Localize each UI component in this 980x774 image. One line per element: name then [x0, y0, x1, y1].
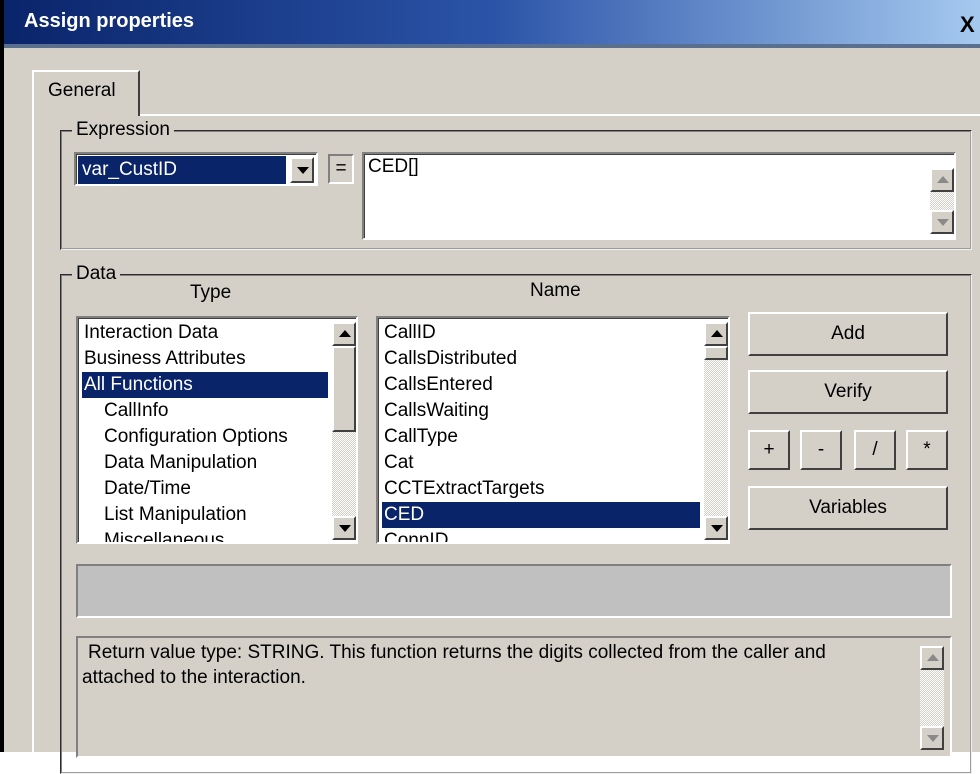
variable-combobox[interactable]: var_CustID — [74, 152, 318, 186]
scroll-up-glyph — [711, 330, 723, 337]
name-item[interactable]: CCTExtractTargets — [382, 476, 700, 502]
scroll-up-icon[interactable] — [332, 322, 356, 346]
type-item[interactable]: List Manipulation — [82, 502, 328, 528]
type-item[interactable]: Configuration Options — [82, 424, 328, 450]
tab-panel-general: Expression var_CustID = CED[] Data Type … — [32, 114, 980, 774]
close-icon[interactable]: X — [960, 14, 980, 40]
assign-properties-window: Assign properties X General Expression v… — [0, 0, 980, 774]
divide-button[interactable]: / — [854, 430, 896, 470]
scroll-up-icon[interactable] — [704, 322, 728, 346]
name-item[interactable]: CallsDistributed — [382, 346, 700, 372]
scroll-up-icon[interactable] — [930, 168, 954, 192]
name-item[interactable]: ConnID — [382, 528, 700, 542]
variable-combobox-value: var_CustID — [78, 156, 286, 184]
type-item[interactable]: CallInfo — [82, 398, 328, 424]
verify-button-label: Verify — [824, 381, 872, 402]
scroll-up-glyph — [937, 176, 949, 183]
minus-button[interactable]: - — [800, 430, 842, 470]
type-item[interactable]: Miscellaneous — [82, 528, 328, 542]
scroll-up-glyph — [927, 654, 939, 661]
equals-text: = — [335, 158, 347, 179]
verify-button[interactable]: Verify — [748, 370, 948, 414]
name-column-header: Name — [530, 280, 581, 301]
equals-label: = — [328, 154, 354, 184]
name-item[interactable]: CallsEntered — [382, 372, 700, 398]
dialog-body: General Expression var_CustID = CED[] Da… — [4, 48, 980, 774]
scroll-down-icon[interactable] — [704, 516, 728, 540]
name-scroll-track[interactable] — [704, 346, 728, 516]
type-item[interactable]: Business Attributes — [82, 346, 328, 372]
name-item[interactable]: CED — [382, 502, 700, 528]
variables-button[interactable]: Variables — [748, 486, 948, 530]
name-listbox[interactable]: CallID CallsDistributed CallsEntered CallsW… — [376, 316, 730, 544]
multiply-button[interactable]: * — [906, 430, 948, 470]
description-scroll-track[interactable] — [920, 670, 944, 726]
scroll-down-glyph — [711, 525, 723, 532]
type-item[interactable]: Date/Time — [82, 476, 328, 502]
scroll-down-glyph — [339, 525, 351, 532]
window-title: Assign properties — [24, 10, 195, 32]
name-scroll-thumb[interactable] — [704, 346, 728, 360]
scroll-down-glyph — [927, 735, 939, 742]
scroll-down-icon[interactable] — [332, 516, 356, 540]
scroll-up-icon[interactable] — [920, 646, 944, 670]
data-group: Data Type Name Interaction Data Business … — [60, 263, 972, 774]
chevron-down-icon[interactable] — [290, 157, 314, 183]
multiply-button-label: * — [923, 439, 931, 460]
type-item[interactable]: All Functions — [82, 372, 328, 398]
type-item[interactable]: Interaction Data — [82, 320, 328, 346]
type-item[interactable]: Data Manipulation — [82, 450, 328, 476]
type-listbox[interactable]: Interaction Data Business Attributes All F… — [76, 316, 358, 544]
title-bar: Assign properties X — [4, 0, 980, 44]
tab-general-label: General — [48, 80, 116, 101]
expression-textarea[interactable]: CED[] — [362, 152, 956, 240]
scroll-up-glyph — [339, 330, 351, 337]
scroll-down-icon[interactable] — [930, 210, 954, 234]
description-text: Return value type: STRING. This function… — [82, 642, 826, 688]
plus-button-label: + — [763, 439, 775, 460]
minus-button-label: - — [817, 439, 825, 460]
type-scroll-thumb[interactable] — [332, 346, 356, 432]
variables-button-label: Variables — [809, 497, 887, 518]
data-group-label: Data — [72, 263, 121, 285]
description-box: Return value type: STRING. This function… — [76, 636, 952, 758]
divide-button-label: / — [872, 439, 878, 460]
expression-text: CED[] — [368, 156, 419, 177]
scroll-down-icon[interactable] — [920, 726, 944, 750]
expression-group: Expression var_CustID = CED[] — [60, 119, 972, 250]
add-button-label: Add — [831, 323, 865, 344]
scroll-down-glyph — [937, 219, 949, 226]
name-item[interactable]: Cat — [382, 450, 700, 476]
add-button[interactable]: Add — [748, 312, 948, 356]
plus-button[interactable]: + — [748, 430, 790, 470]
name-item[interactable]: CallID — [382, 320, 700, 346]
expression-scroll-track[interactable] — [930, 192, 954, 210]
status-field — [76, 564, 952, 618]
type-column-header: Type — [190, 282, 232, 303]
name-item[interactable]: CallType — [382, 424, 700, 450]
chevron-down-glyph — [297, 167, 309, 174]
name-item[interactable]: CallsWaiting — [382, 398, 700, 424]
expression-group-label: Expression — [72, 119, 174, 141]
tab-general[interactable]: General — [32, 70, 140, 116]
